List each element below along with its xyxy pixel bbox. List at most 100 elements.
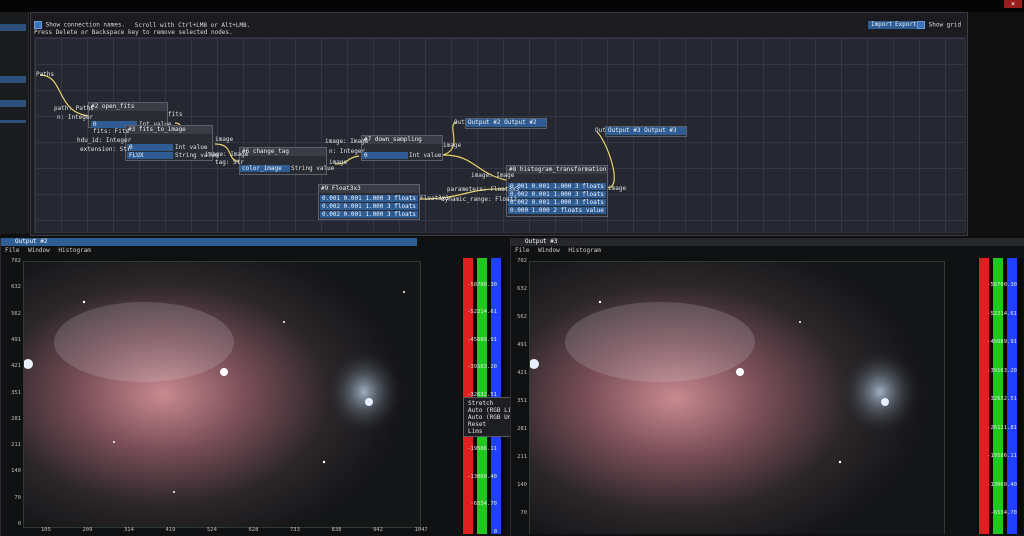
output-3-node[interactable]: Output #3 Output #3 [605, 126, 687, 137]
float3x3-node[interactable]: #9 Float3x3 0.001 0.001 1.000 3 floats v… [318, 184, 420, 220]
output-2-menu: File Window Histogram [1, 247, 509, 255]
menu-histogram[interactable]: Histogram [58, 247, 91, 254]
show-grid-checkbox[interactable] [917, 21, 925, 29]
hist-transform-output: image [608, 185, 627, 192]
open-fits-title: #2 open_fits [89, 103, 167, 111]
menu-histogram[interactable]: Histogram [568, 247, 601, 254]
y-tick-label: 562 [517, 314, 527, 320]
x-tick-label: 419 [165, 527, 176, 533]
y-tick-label: 351 [517, 398, 527, 404]
x-tick-label: 1047 [414, 527, 428, 533]
down-sampling-n-type: Int value [409, 152, 442, 159]
hist-transform-node[interactable]: #8 histogram_transformation_rgb 0.001 0.… [506, 165, 608, 217]
y-tick-label: 421 [517, 370, 527, 376]
close-button[interactable]: × [1004, 0, 1022, 8]
show-grid-toggle[interactable]: Show grid [917, 21, 961, 29]
histogram-label: -45689.91 [467, 336, 497, 343]
output-3-window: Output #3 File Window Histogram 702 632 56… [510, 238, 1024, 536]
open-fits-path-input: path: Paths [54, 105, 94, 112]
output-3-node-title: Output #3 Output #3 [606, 127, 686, 135]
hist-transform-row-1[interactable]: 0.002 0.001 1.000 3 floats value, 1 [508, 191, 606, 198]
histogram-label: -13060.40 [987, 481, 1017, 488]
sidebar-item[interactable] [0, 24, 26, 31]
output-3-histogram[interactable]: -58700.30 -52214.61 -45689.91 -39163.20 -326… [977, 258, 1023, 534]
float3x3-title: #9 Float3x3 [319, 185, 419, 193]
down-sampling-n-field[interactable]: 0 [362, 152, 408, 159]
histogram-label: -26111.81 [987, 424, 1017, 431]
hist-transform-title: #8 histogram_transformation_rgb [507, 166, 607, 174]
fits-to-image-hdu-field[interactable]: 0 [127, 144, 173, 151]
hist-transform-row-2[interactable]: 0.002 0.001 1.000 3 floats value, 2 [508, 199, 606, 206]
y-tick-label: 211 [11, 442, 21, 449]
y-tick-label: 351 [11, 389, 21, 396]
menu-file[interactable]: File [515, 247, 529, 254]
histogram-label: -52214.61 [467, 309, 497, 316]
y-tick-label: 491 [517, 342, 527, 348]
sidebar-item[interactable] [0, 76, 26, 83]
node-canvas[interactable]: Paths #2 open_fits path: Paths fits n: I… [34, 37, 966, 233]
menu-item-lims[interactable]: Lims [468, 428, 482, 435]
fits-to-image-ext-input: extension: Str [80, 146, 131, 153]
fits-to-image-fits-input: fits: Fits [93, 128, 130, 135]
output-2-window: Output #2 File Window Histogram 702 632 … [0, 238, 509, 536]
y-tick-label: 140 [517, 482, 527, 488]
menu-file[interactable]: File [5, 247, 19, 254]
fits-to-image-ext-field[interactable]: FLUX [127, 152, 173, 159]
show-connection-names-checkbox[interactable] [34, 21, 42, 29]
histogram-label: -39163.20 [467, 364, 497, 371]
output-2-plot: 702 632 562 491 421 351 281 211 140 70 0 105 209 314… [1, 256, 509, 534]
change-tag-tag-type: String value [291, 165, 335, 172]
nebula-image[interactable] [23, 261, 421, 528]
sidebar-item[interactable] [0, 100, 26, 107]
x-tick-label: 733 [290, 527, 300, 533]
y-tick-label: 491 [11, 336, 21, 343]
menu-window[interactable]: Window [28, 247, 50, 254]
paths-pin-label: Paths [36, 71, 55, 78]
histogram-label: -6534.70 [990, 510, 1018, 516]
x-tick-label: 314 [124, 527, 134, 533]
nebula-image-stretched[interactable] [529, 261, 945, 534]
x-tick-label: 209 [82, 527, 93, 533]
float3x3-row-1[interactable]: 0.002 0.001 1.000 3 floats value, 1 [320, 203, 418, 210]
fits-to-image-output: image [215, 136, 234, 143]
output-2-title[interactable]: Output #2 [1, 238, 417, 246]
histogram-label: -6534.70 [470, 501, 498, 508]
link-to-output-2 [442, 121, 458, 156]
output-2-histogram[interactable]: -58700.30 -52214.61 -45689.91 -39163.20 -326… [461, 258, 505, 534]
editor-hint-row: Show connection names. Scroll with Ctrl+… [34, 21, 250, 29]
show-grid-label: Show grid [928, 21, 962, 29]
delete-hint: Press Delete or Backspace key to remove … [34, 29, 233, 36]
output-3-title[interactable]: Output #3 [511, 238, 1024, 246]
x-tick-label: 838 [331, 527, 342, 533]
hist-transform-params-input: parameters: Float3x3 [447, 186, 520, 193]
y-tick-label: 70 [520, 510, 527, 516]
hist-transform-range-input: dynamic_range: Float2 [441, 196, 517, 203]
menu-item-reset[interactable]: Reset [468, 421, 486, 428]
y-tick-label: 70 [14, 494, 21, 501]
open-fits-output: fits [168, 111, 183, 118]
down-sampling-output: image [443, 142, 462, 149]
menu-window[interactable]: Window [538, 247, 560, 254]
y-tick-label: 632 [517, 286, 527, 292]
histogram-label: -58700.30 [467, 282, 497, 288]
output-2-node-title: Output #2 Output #2 [466, 119, 546, 127]
float3x3-row-2[interactable]: 0.002 0.001 1.000 3 floats value, 2 [320, 211, 418, 218]
y-tick-label: 632 [11, 284, 21, 291]
menu-item-stretch[interactable]: Stretch [468, 400, 493, 407]
sidebar-item[interactable] [0, 120, 26, 123]
nebula-image-graphic [24, 262, 420, 527]
histogram-label: -19586.11 [467, 446, 497, 453]
fits-to-image-hdu-input: hdu_id: Integer [77, 137, 132, 144]
x-tick-label: 524 [207, 527, 217, 533]
float3x3-row-0[interactable]: 0.001 0.001 1.000 3 floats value, 0 [320, 195, 418, 202]
show-connection-names-label: Show connection names. [45, 21, 126, 29]
y-tick-label: 562 [11, 310, 21, 317]
output-2-node[interactable]: Output #2 Output #2 [465, 118, 547, 129]
change-tag-tag-field[interactable]: color_image [240, 165, 290, 172]
fits-to-image-title: #3 fits_to_image [126, 126, 212, 134]
hist-transform-row-0[interactable]: 0.001 0.001 1.000 3 floats value, 0 [508, 183, 606, 190]
histogram-label: -13060.40 [467, 473, 497, 480]
down-sampling-image-input: image: Image [325, 138, 369, 145]
export-button[interactable]: Export [892, 21, 920, 29]
hist-transform-row-3[interactable]: 0.000 1.000 2 floats value [508, 207, 606, 214]
